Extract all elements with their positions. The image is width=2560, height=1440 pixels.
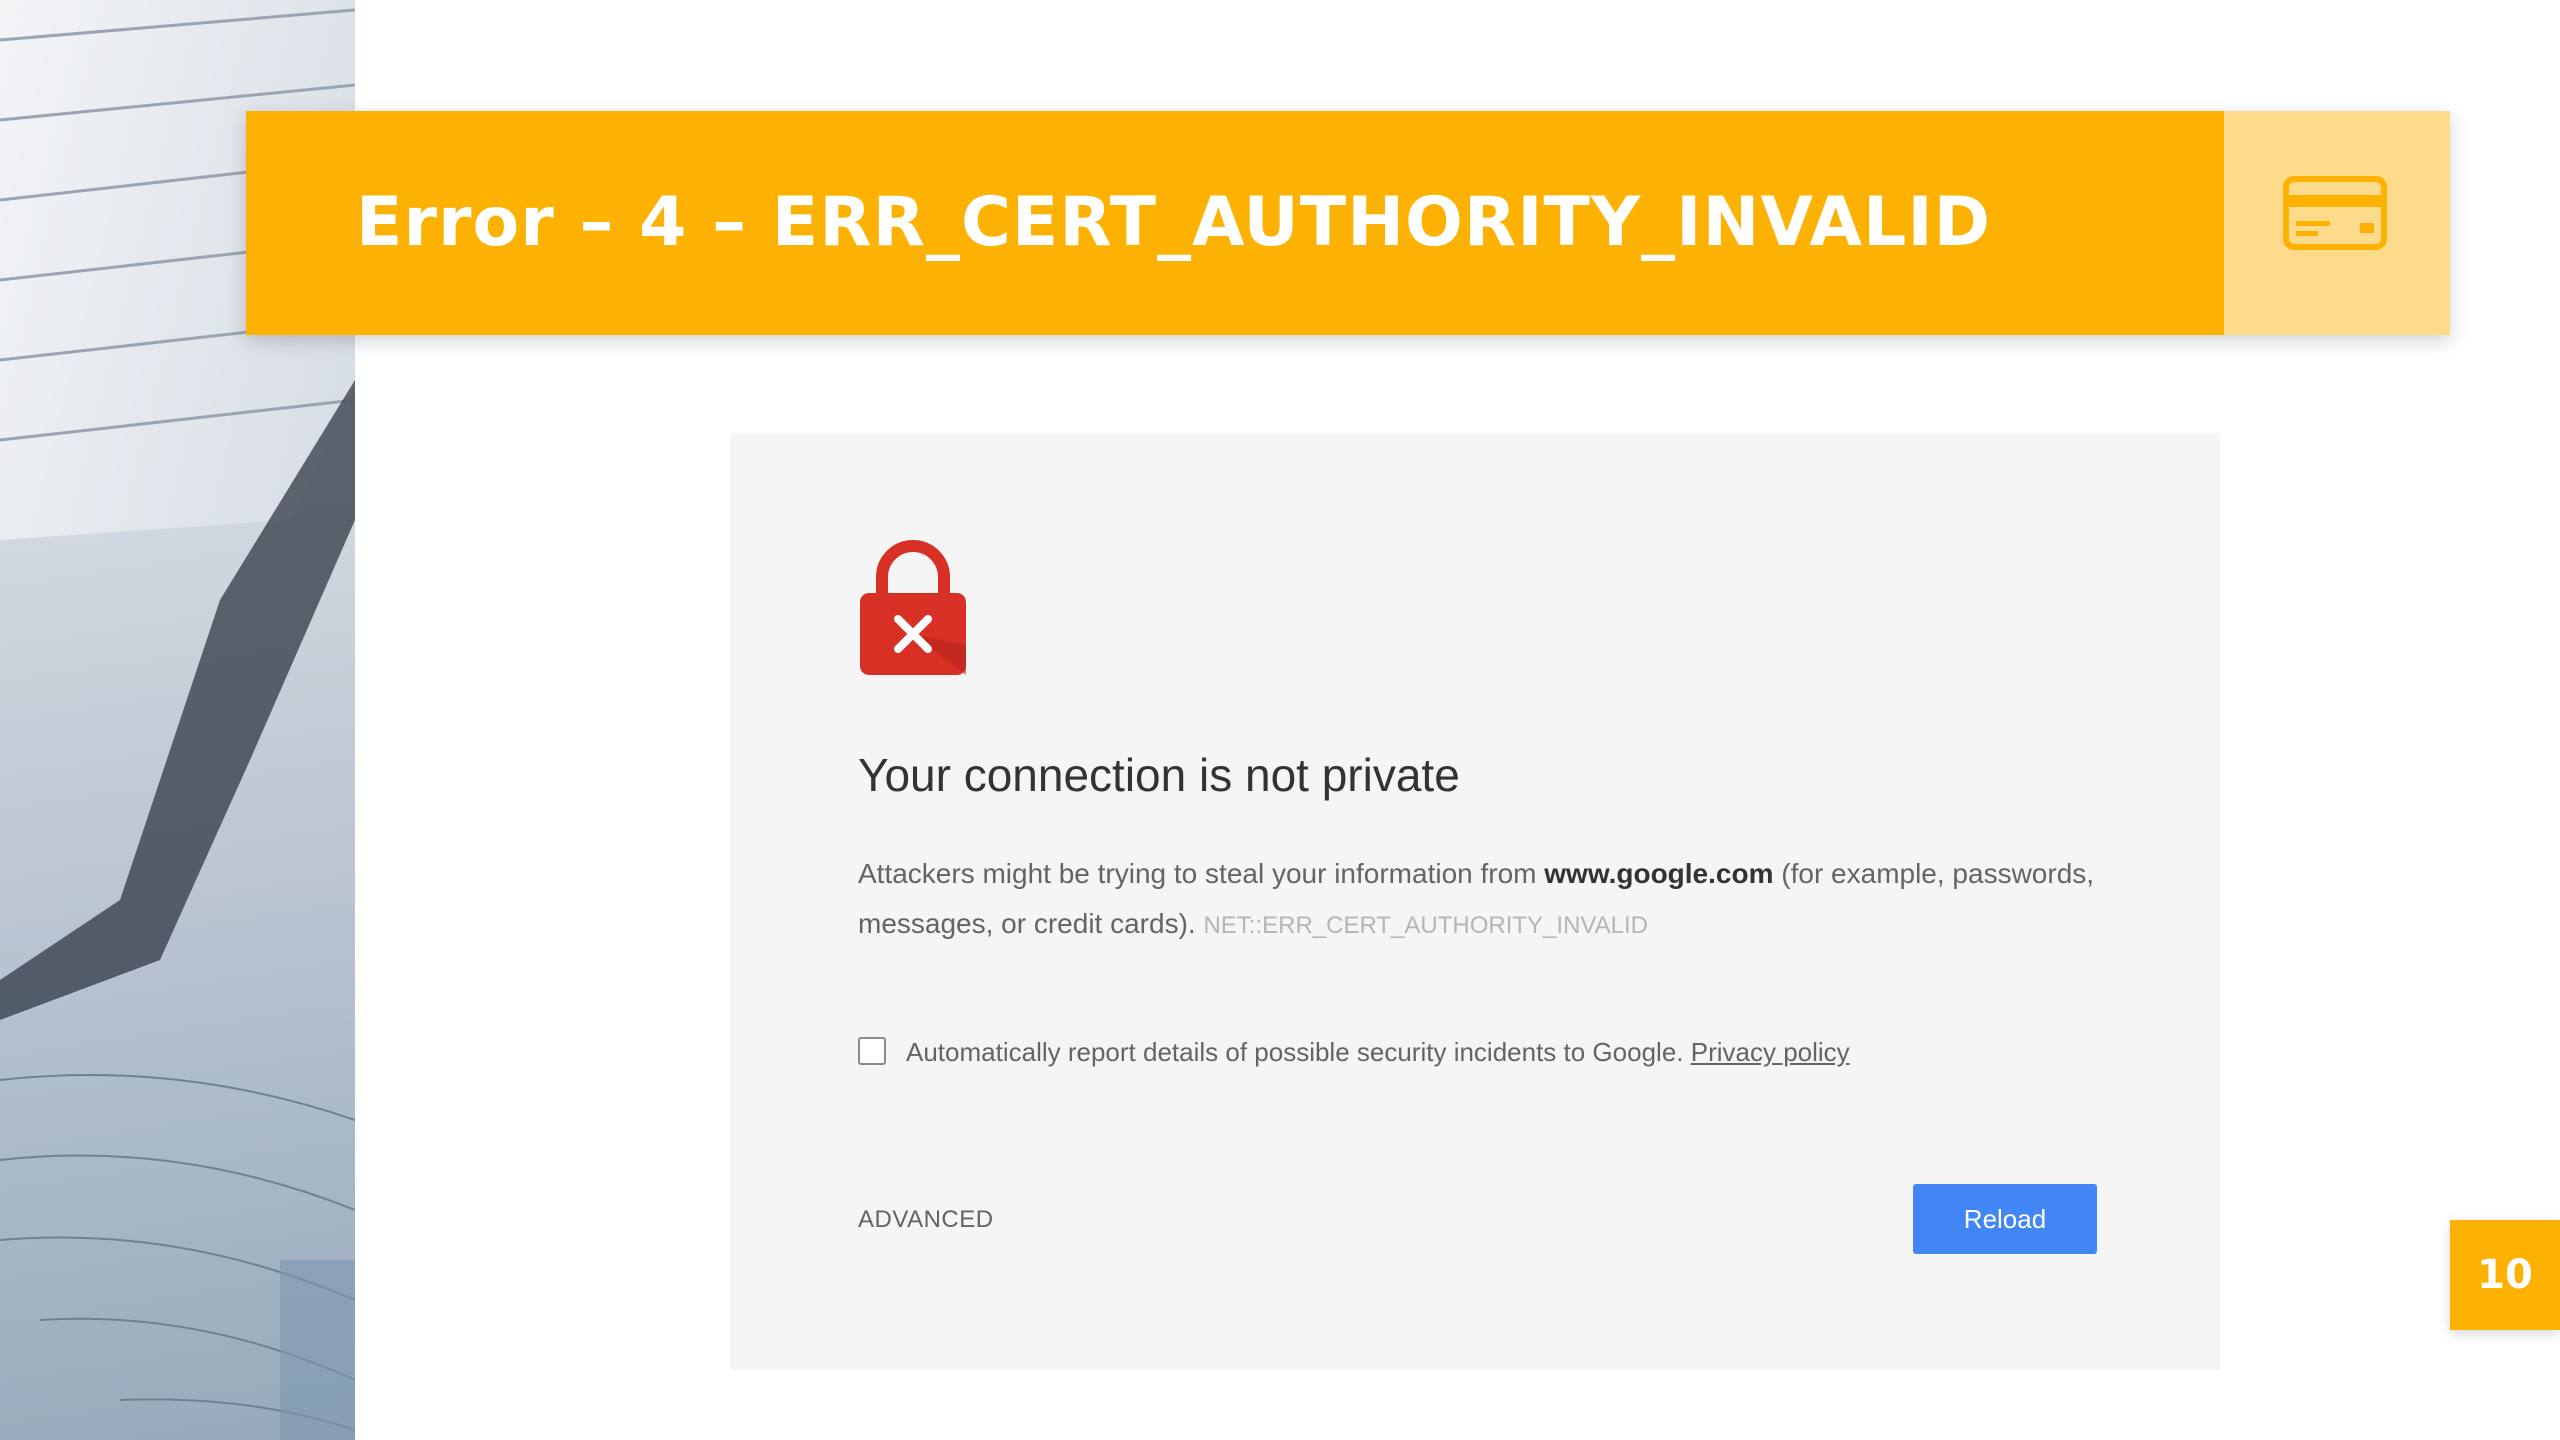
error-headline: Your connection is not private bbox=[858, 749, 1460, 801]
title-banner: Error – 4 – ERR_CERT_AUTHORITY_INVALID bbox=[246, 111, 2450, 335]
report-option: Automatically report details of possible… bbox=[858, 1033, 2108, 1073]
browser-error-card: Your connection is not private Attackers… bbox=[730, 433, 2220, 1370]
title-banner-icon-panel bbox=[2224, 111, 2450, 335]
page-number: 10 bbox=[2450, 1220, 2560, 1330]
report-checkbox[interactable] bbox=[858, 1037, 886, 1065]
reload-button[interactable]: Reload bbox=[1913, 1184, 2097, 1254]
desc-prefix: Attackers might be trying to steal your … bbox=[858, 858, 1545, 889]
desc-domain: www.google.com bbox=[1544, 858, 1774, 889]
lock-error-icon bbox=[858, 537, 968, 682]
title-banner-main: Error – 4 – ERR_CERT_AUTHORITY_INVALID bbox=[246, 111, 2224, 335]
report-label: Automatically report details of possible… bbox=[906, 1037, 1691, 1067]
advanced-button[interactable]: ADVANCED bbox=[858, 1203, 994, 1237]
slide-title: Error – 4 – ERR_CERT_AUTHORITY_INVALID bbox=[356, 183, 1992, 262]
error-code: NET::ERR_CERT_AUTHORITY_INVALID bbox=[1203, 912, 1648, 939]
privacy-policy-link[interactable]: Privacy policy bbox=[1691, 1037, 1850, 1067]
error-description: Attackers might be trying to steal your … bbox=[858, 849, 2108, 951]
report-text-wrap: Automatically report details of possible… bbox=[906, 1035, 1850, 1069]
